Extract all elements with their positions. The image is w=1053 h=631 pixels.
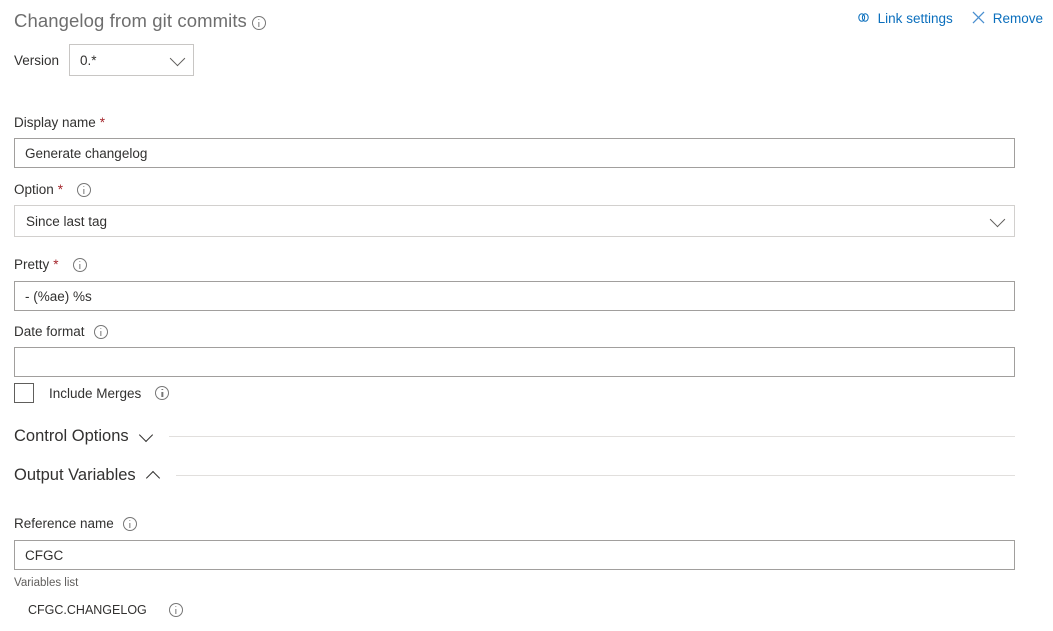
display-name-label: Display name *	[14, 115, 105, 130]
option-dropdown[interactable]: Since last tag	[14, 205, 1015, 237]
close-icon	[971, 10, 986, 28]
version-select[interactable]: 0.*	[69, 44, 195, 76]
title-info-icon[interactable]	[252, 15, 266, 30]
chevron-down-icon	[989, 211, 1006, 227]
date-format-info-icon[interactable]	[93, 324, 108, 339]
version-value: 0.*	[80, 52, 97, 68]
chevron-down-icon	[138, 427, 153, 442]
task-editor-panel: Changelog from git commits Link settings	[0, 0, 1053, 631]
control-options-title: Control Options	[14, 427, 129, 445]
link-settings-button[interactable]: Link settings	[856, 10, 953, 28]
header-actions: Link settings Remove	[856, 10, 1043, 28]
reference-name-label-text: Reference name	[14, 516, 114, 531]
date-format-label: Date format	[14, 324, 108, 339]
reference-name-label: Reference name	[14, 516, 137, 531]
chevron-down-icon	[169, 50, 186, 66]
remove-button[interactable]: Remove	[971, 10, 1043, 28]
option-label: Option *	[14, 182, 92, 197]
required-marker: *	[57, 182, 64, 197]
output-variables-title: Output Variables	[14, 466, 136, 484]
page-title: Changelog from git commits	[14, 10, 247, 31]
option-info-icon[interactable]	[77, 182, 92, 197]
include-merges-info-icon[interactable]	[155, 386, 170, 400]
date-format-input[interactable]	[14, 347, 1015, 377]
required-marker: *	[53, 257, 59, 272]
pretty-label: Pretty *	[14, 257, 87, 272]
variables-list-label: Variables list	[14, 577, 79, 589]
section-output-variables[interactable]: Output Variables	[14, 466, 1015, 485]
link-settings-label: Link settings	[877, 11, 953, 27]
pretty-input[interactable]	[14, 281, 1015, 311]
option-value: Since last tag	[26, 213, 108, 229]
variable-name: CFGC.CHANGELOG	[28, 603, 147, 617]
include-merges-row: Include Merges	[14, 383, 170, 403]
required-marker: *	[99, 115, 106, 130]
remove-label: Remove	[992, 11, 1043, 27]
option-label-text: Option	[14, 182, 54, 197]
reference-name-input[interactable]	[14, 540, 1015, 570]
pretty-label-text: Pretty	[14, 257, 50, 272]
version-row: Version 0.*	[14, 44, 195, 76]
include-merges-checkbox[interactable]	[14, 383, 34, 403]
chevron-up-icon	[145, 470, 160, 485]
section-divider	[175, 475, 1015, 476]
variable-info-icon[interactable]	[168, 603, 183, 617]
reference-name-info-icon[interactable]	[122, 516, 137, 531]
section-control-options[interactable]: Control Options	[14, 427, 1015, 446]
display-name-input[interactable]	[14, 138, 1015, 168]
version-label: Version	[14, 52, 60, 68]
date-format-label-text: Date format	[14, 324, 85, 339]
include-merges-label: Include Merges	[49, 385, 142, 401]
link-icon	[856, 10, 871, 28]
pretty-info-icon[interactable]	[72, 257, 87, 272]
panel-header: Changelog from git commits Link settings	[0, 0, 1053, 46]
display-name-label-text: Display name	[14, 115, 96, 130]
list-item: CFGC.CHANGELOG	[28, 603, 183, 617]
section-divider	[168, 436, 1015, 437]
